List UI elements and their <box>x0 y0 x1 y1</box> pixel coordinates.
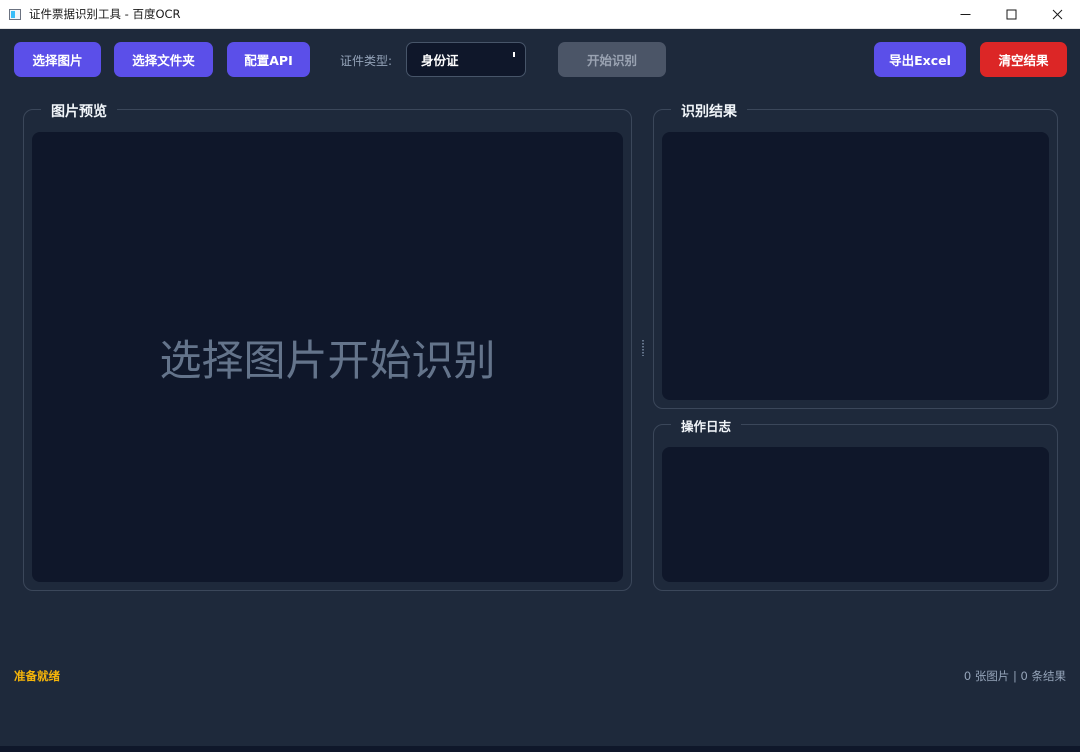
status-counts: 0 张图片 | 0 条结果 <box>963 669 1066 683</box>
doc-type-select[interactable]: 身份证 <box>406 42 526 77</box>
start-recognition-button[interactable]: 开始识别 <box>558 42 666 77</box>
maximize-icon[interactable] <box>988 0 1034 28</box>
results-title: 识别结果 <box>671 101 747 121</box>
image-preview-area[interactable]: 选择图片开始识别 <box>32 132 623 582</box>
minimize-icon[interactable] <box>942 0 988 28</box>
bottom-strip <box>0 746 1080 752</box>
log-panel <box>653 424 1058 591</box>
title-bar: 证件票据识别工具 - 百度OCR <box>0 0 1080 29</box>
splitter-handle[interactable] <box>642 340 644 356</box>
image-preview-panel: 选择图片开始识别 <box>23 109 632 591</box>
preview-placeholder: 选择图片开始识别 <box>159 335 496 385</box>
export-excel-button[interactable]: 导出Excel <box>874 42 966 77</box>
doc-type-label: 证件类型: <box>340 54 393 68</box>
results-area[interactable] <box>662 132 1049 400</box>
log-title: 操作日志 <box>671 416 742 435</box>
app-icon <box>9 8 21 20</box>
window-controls <box>942 0 1080 28</box>
dropdown-icon <box>513 52 515 57</box>
doc-type-value: 身份证 <box>421 53 459 68</box>
clear-results-button[interactable]: 清空结果 <box>980 42 1067 77</box>
select-image-button[interactable]: 选择图片 <box>14 42 101 77</box>
status-message: 准备就绪 <box>14 669 60 683</box>
results-panel <box>653 109 1058 409</box>
close-icon[interactable] <box>1034 0 1080 28</box>
select-folder-button[interactable]: 选择文件夹 <box>114 42 213 77</box>
window-title: 证件票据识别工具 - 百度OCR <box>29 7 181 21</box>
preview-title: 图片预览 <box>41 101 117 121</box>
config-api-button[interactable]: 配置API <box>227 42 310 77</box>
log-area[interactable] <box>662 447 1049 582</box>
